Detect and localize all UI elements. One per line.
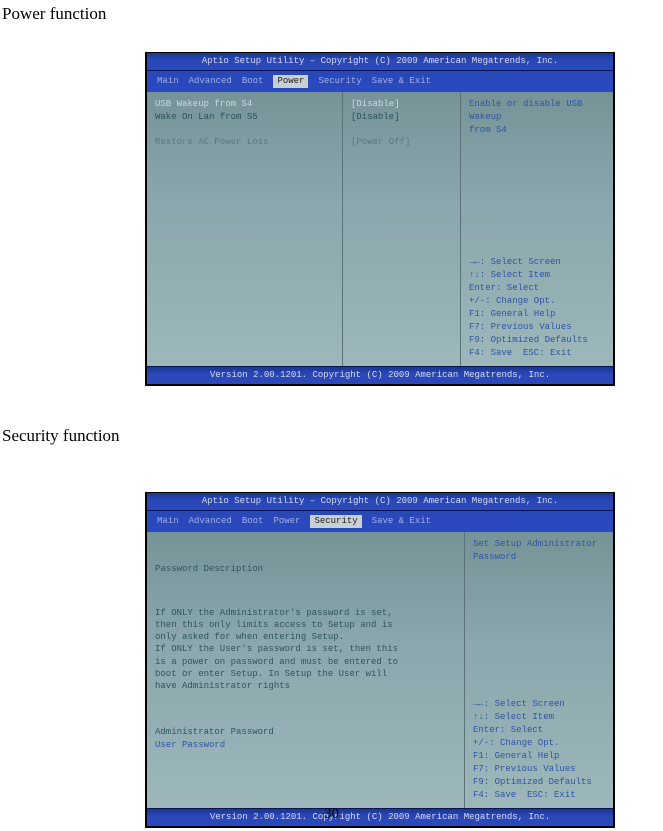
- help-key-item: ↑↓: Select Item: [473, 711, 605, 724]
- row-ac-loss-value[interactable]: [Power Off]: [351, 136, 452, 149]
- help-key-f7: F7: Previous Values: [473, 763, 605, 776]
- menu-power[interactable]: Power: [273, 515, 300, 528]
- menu-advanced[interactable]: Advanced: [189, 515, 232, 528]
- help-pane: Set Setup Administrator Password →←: Sel…: [465, 532, 613, 808]
- bios-menu-bar: Main Advanced Boot Power Security Save &…: [147, 511, 613, 531]
- help-pane: Enable or disable USB Wakeup from S4 →←:…: [461, 92, 613, 366]
- admin-password[interactable]: Administrator Password: [155, 726, 456, 739]
- row-wol-label[interactable]: Wake On Lan from S5: [155, 111, 334, 124]
- password-desc-head: Password Description: [155, 563, 456, 575]
- help-key-enter: Enter: Select: [473, 724, 605, 737]
- heading-security: Security function: [2, 426, 663, 446]
- menu-main[interactable]: Main: [157, 75, 179, 88]
- row-usb-wakeup-label[interactable]: USB Wakeup from S4: [155, 98, 334, 111]
- user-password[interactable]: User Password: [155, 739, 456, 752]
- help-keys: →←: Select Screen ↑↓: Select Item Enter:…: [473, 692, 605, 802]
- bios-menu-bar: Main Advanced Boot Power Security Save &…: [147, 71, 613, 91]
- bios-screenshot-security: Aptio Setup Utility – Copyright (C) 2009…: [145, 492, 615, 828]
- settings-labels-pane: USB Wakeup from S4 Wake On Lan from S5 R…: [147, 92, 343, 366]
- row-usb-wakeup-value[interactable]: [Disable]: [351, 98, 452, 111]
- menu-security[interactable]: Security: [318, 75, 361, 88]
- bios-title-bar: Aptio Setup Utility – Copyright (C) 2009…: [147, 53, 613, 71]
- help-key-f9: F9: Optimized Defaults: [469, 334, 605, 347]
- help-key-enter: Enter: Select: [469, 282, 605, 295]
- page-number: 30: [0, 806, 663, 823]
- menu-save-exit[interactable]: Save & Exit: [372, 75, 431, 88]
- help-keys: →←: Select Screen ↑↓: Select Item Enter:…: [469, 250, 605, 360]
- menu-power[interactable]: Power: [273, 75, 308, 88]
- help-key-change: +/-: Change Opt.: [469, 295, 605, 308]
- password-desc-body: If ONLY the Administrator's password is …: [155, 607, 456, 692]
- help-key-screen: →←: Select Screen: [469, 256, 605, 269]
- help-key-change: +/-: Change Opt.: [473, 737, 605, 750]
- help-key-f1: F1: General Help: [473, 750, 605, 763]
- security-left-pane: Password Description If ONLY the Adminis…: [147, 532, 465, 808]
- help-key-f4: F4: Save ESC: Exit: [473, 789, 605, 802]
- help-description: Set Setup Administrator Password: [473, 538, 605, 692]
- menu-advanced[interactable]: Advanced: [189, 75, 232, 88]
- help-key-f1: F1: General Help: [469, 308, 605, 321]
- settings-values-pane: [Disable] [Disable] [Power Off]: [343, 92, 461, 366]
- row-wol-value[interactable]: [Disable]: [351, 111, 452, 124]
- help-description: Enable or disable USB Wakeup from S4: [469, 98, 605, 250]
- help-key-item: ↑↓: Select Item: [469, 269, 605, 282]
- menu-save-exit[interactable]: Save & Exit: [372, 515, 431, 528]
- help-key-screen: →←: Select Screen: [473, 698, 605, 711]
- menu-boot[interactable]: Boot: [242, 515, 264, 528]
- menu-boot[interactable]: Boot: [242, 75, 264, 88]
- menu-main[interactable]: Main: [157, 515, 179, 528]
- help-key-f9: F9: Optimized Defaults: [473, 776, 605, 789]
- bios-footer-bar: Version 2.00.1201. Copyright (C) 2009 Am…: [147, 366, 613, 384]
- bios-title-bar: Aptio Setup Utility – Copyright (C) 2009…: [147, 493, 613, 511]
- help-key-f7: F7: Previous Values: [469, 321, 605, 334]
- menu-security[interactable]: Security: [310, 515, 361, 528]
- heading-power: Power function: [2, 4, 663, 24]
- bios-screenshot-power: Aptio Setup Utility – Copyright (C) 2009…: [145, 52, 615, 386]
- help-key-f4: F4: Save ESC: Exit: [469, 347, 605, 360]
- row-ac-loss-label[interactable]: Restore AC Power Loss: [155, 136, 334, 149]
